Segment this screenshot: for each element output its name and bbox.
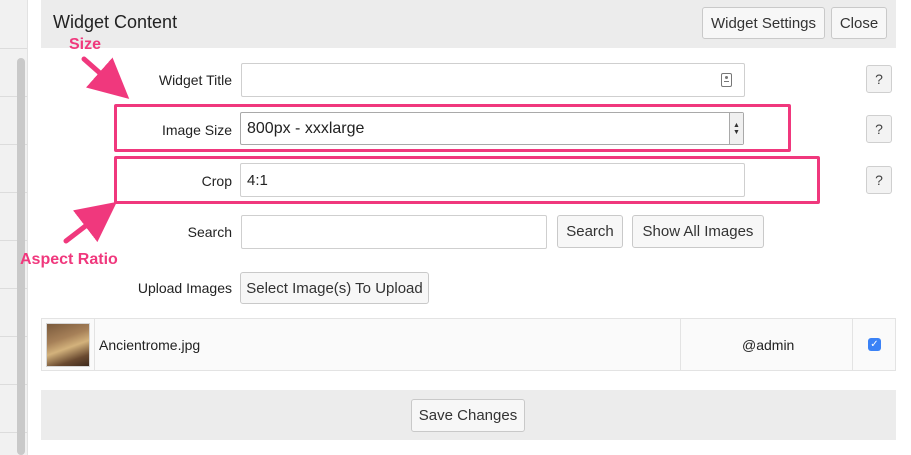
widget-header: Widget Content Widget Settings Close xyxy=(41,0,896,48)
crop-value: 4:1 xyxy=(247,171,268,189)
search-label: Search xyxy=(187,224,232,240)
widget-title-label: Widget Title xyxy=(158,72,232,88)
column-divider xyxy=(852,319,853,370)
select-arrows-icon: ▲ ▼ xyxy=(729,113,743,144)
widget-title-input[interactable] xyxy=(241,63,745,97)
table-row[interactable]: Ancientrome.jpg @admin ✓ xyxy=(41,318,896,371)
crop-input[interactable]: 4:1 xyxy=(240,163,745,197)
aspect-ratio-annotation: Aspect Ratio xyxy=(20,251,118,268)
crop-help-button[interactable]: ? xyxy=(866,166,892,194)
crop-label: Crop xyxy=(201,173,232,189)
file-name[interactable]: Ancientrome.jpg xyxy=(99,337,200,353)
size-arrow-icon xyxy=(81,56,130,99)
image-size-label: Image Size xyxy=(161,122,232,138)
image-size-value: 800px - xxxlarge xyxy=(247,119,365,137)
upload-images-label: Upload Images xyxy=(137,280,232,296)
file-owner: @admin xyxy=(742,337,795,353)
aspect-ratio-arrow-icon xyxy=(63,201,117,244)
contact-card-icon xyxy=(721,73,732,87)
column-divider xyxy=(94,319,95,370)
save-changes-button[interactable]: Save Changes xyxy=(411,399,525,432)
close-button[interactable]: Close xyxy=(831,7,887,39)
image-thumbnail[interactable] xyxy=(46,323,90,367)
size-annotation: Size xyxy=(69,36,102,53)
page-title: Widget Content xyxy=(53,12,178,32)
file-select-checkbox[interactable]: ✓ xyxy=(868,338,881,351)
widget-footer: Save Changes xyxy=(41,390,896,440)
search-button[interactable]: Search xyxy=(557,215,623,248)
column-divider xyxy=(680,319,681,370)
image-size-help-button[interactable]: ? xyxy=(866,115,892,143)
widget-title-help-button[interactable]: ? xyxy=(866,65,892,93)
search-input[interactable] xyxy=(241,215,547,249)
show-all-images-button[interactable]: Show All Images xyxy=(632,215,764,248)
strip-divider xyxy=(0,48,27,49)
select-images-upload-button[interactable]: Select Image(s) To Upload xyxy=(240,272,429,304)
image-size-select[interactable]: 800px - xxxlarge ▲ ▼ xyxy=(240,112,744,145)
widget-settings-button[interactable]: Widget Settings xyxy=(702,7,825,39)
